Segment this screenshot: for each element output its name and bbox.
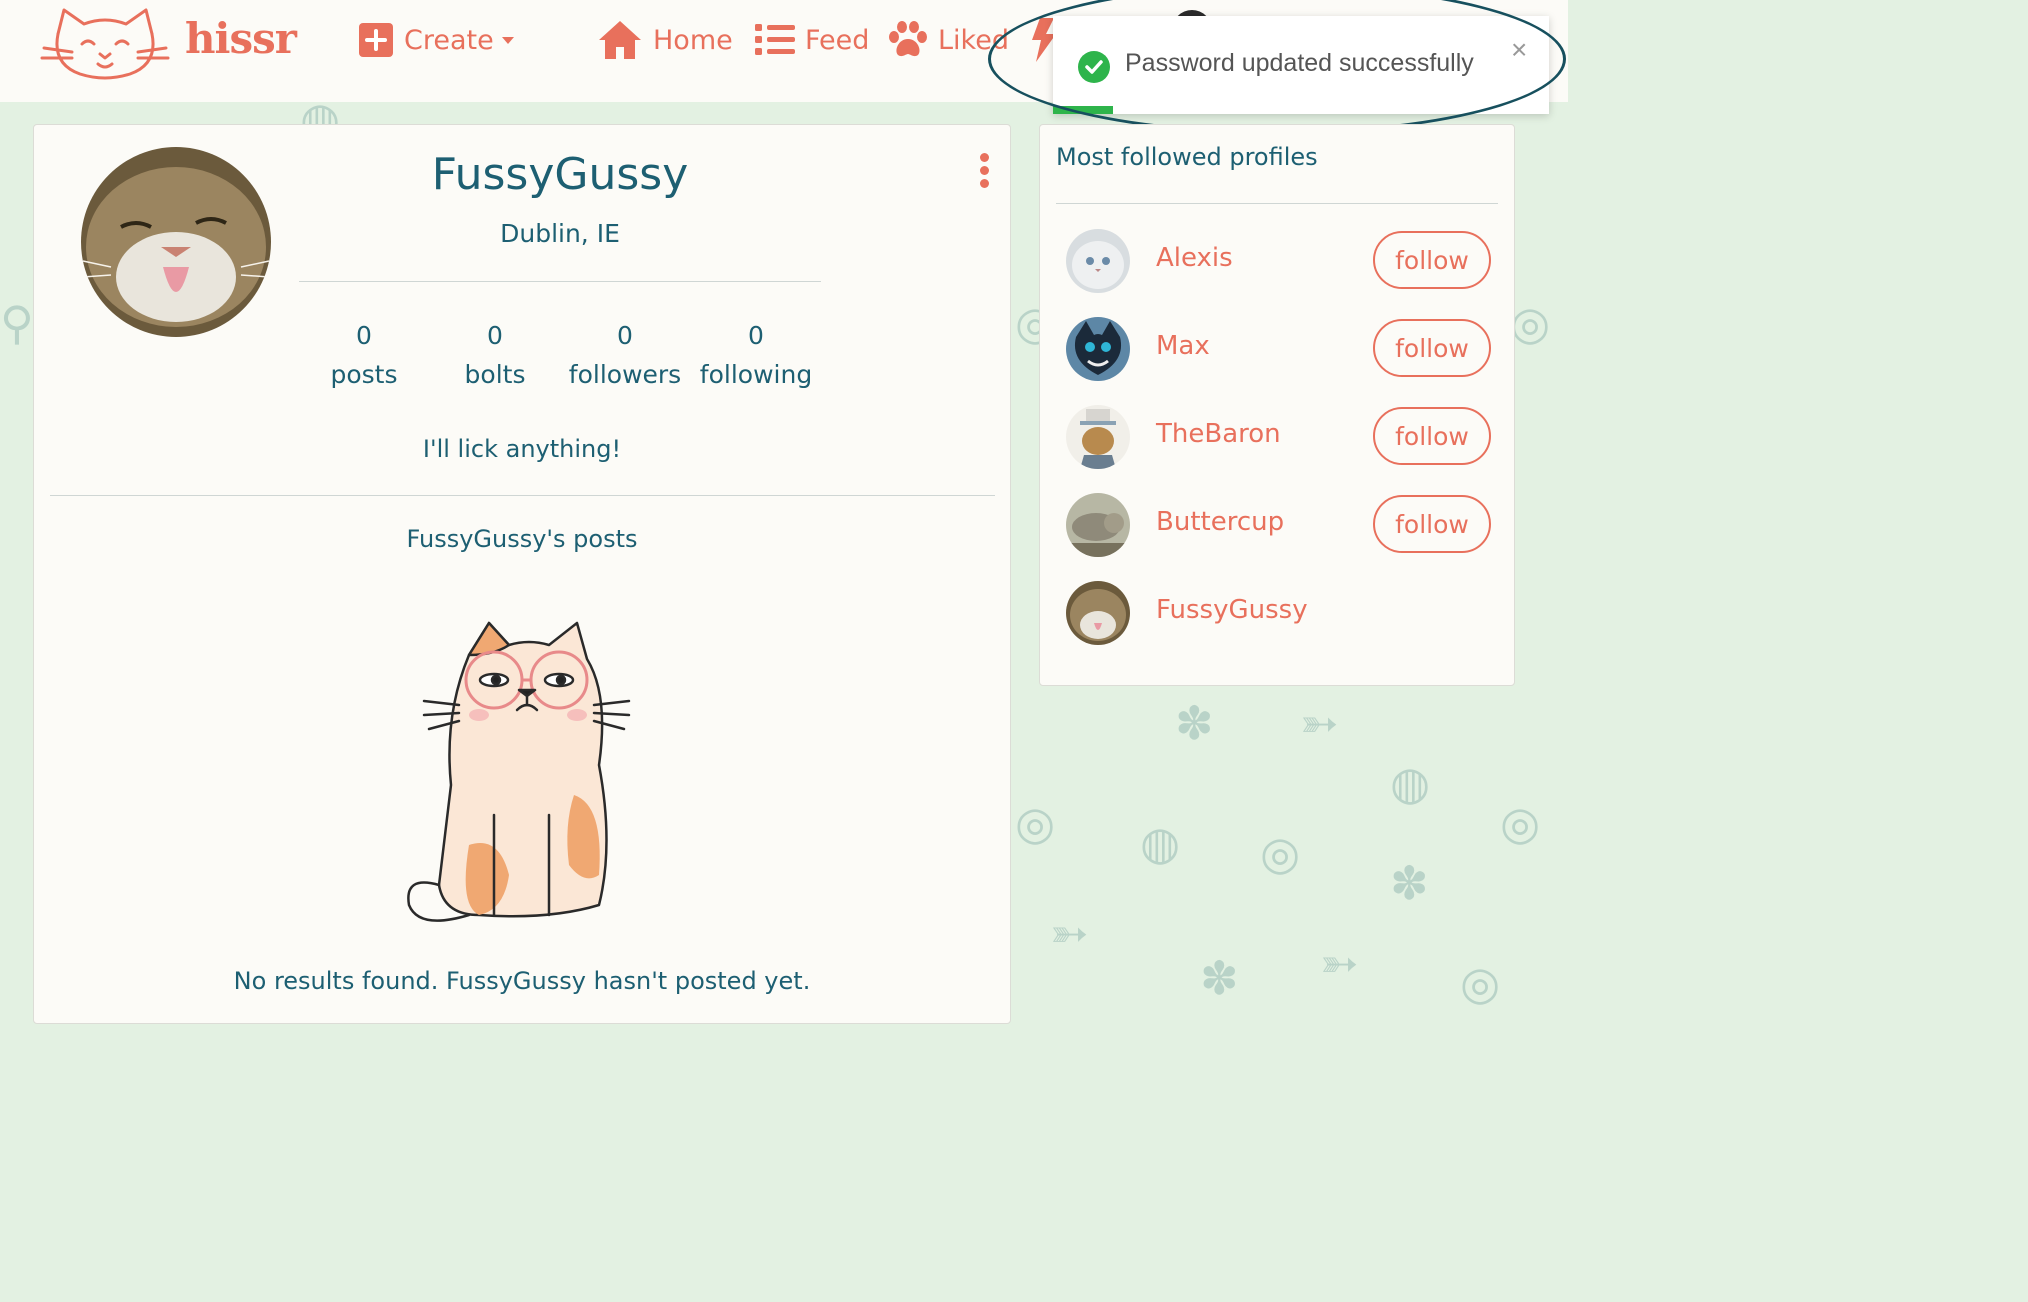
home-label: Home	[653, 24, 733, 56]
follow-button[interactable]: follow	[1373, 407, 1491, 465]
liked-label: Liked	[938, 24, 1009, 56]
follow-button[interactable]: follow	[1373, 319, 1491, 377]
more-options-icon[interactable]	[978, 153, 990, 193]
chevron-down-icon	[501, 36, 514, 44]
profile-bio: I'll lick anything!	[422, 435, 622, 463]
brand-name[interactable]: hissr	[185, 14, 297, 63]
bell-icon: ◎	[1500, 796, 1541, 850]
cat-logo-icon[interactable]	[40, 4, 170, 80]
no-results-message: No results found. FussyGussy hasn't post…	[233, 967, 811, 995]
bell-icon: ◎	[1510, 296, 1551, 350]
toast-message: Password updated successfully	[1125, 49, 1474, 77]
profile-name[interactable]: Max	[1156, 331, 1210, 361]
profile-name[interactable]: FussyGussy	[1156, 595, 1308, 625]
list-icon	[755, 24, 795, 55]
divider	[299, 281, 821, 282]
create-label: Create	[404, 24, 494, 56]
stat-label: bolts	[464, 360, 526, 389]
stat-bolts: 0 bolts	[430, 321, 560, 389]
divider	[50, 495, 995, 496]
most-followed-card: Most followed profiles Alexis follow Max…	[1039, 124, 1515, 686]
profile-row-thebaron: TheBaron follow	[1066, 403, 1496, 469]
profile-row-max: Max follow	[1066, 315, 1496, 381]
posts-section-title: FussyGussy's posts	[406, 525, 638, 553]
nav-feed-link[interactable]: Feed	[755, 20, 869, 60]
stat-label: posts	[330, 360, 398, 389]
avatar[interactable]	[1066, 493, 1130, 557]
bell-icon: ◎	[1015, 796, 1056, 850]
home-icon	[599, 21, 641, 59]
fish-icon: ➳	[1050, 906, 1089, 960]
create-menu[interactable]: Create	[358, 20, 514, 60]
sidebar-title: Most followed profiles	[1056, 143, 1318, 171]
bell-icon: ◎	[1460, 956, 1501, 1010]
profile-location: Dublin, IE	[500, 219, 620, 248]
nav-home-link[interactable]: Home	[597, 20, 733, 60]
paw-icon: ✽	[1175, 696, 1214, 750]
check-circle-icon	[1078, 51, 1110, 83]
follow-button[interactable]: follow	[1373, 495, 1491, 553]
paw-icon	[889, 21, 927, 57]
yarn-ball-icon: ◍	[1390, 756, 1431, 810]
avatar[interactable]	[1066, 229, 1130, 293]
stat-value: 0	[356, 321, 372, 350]
profile-row-alexis: Alexis follow	[1066, 227, 1496, 293]
profile-avatar	[81, 147, 271, 337]
fish-icon: ➳	[1300, 696, 1339, 750]
paw-icon: ✽	[1200, 951, 1239, 1005]
success-toast: Password updated successfully ×	[1053, 16, 1549, 114]
avatar[interactable]	[1066, 317, 1130, 381]
stat-value: 0	[487, 321, 503, 350]
follow-button[interactable]: follow	[1373, 231, 1491, 289]
toast-progress-bar	[1053, 106, 1113, 114]
plus-square-icon	[359, 23, 393, 57]
yarn-ball-icon: ◍	[1140, 816, 1181, 870]
fish-icon: ➳	[1320, 936, 1359, 990]
stat-posts: 0 posts	[299, 321, 429, 389]
profile-row-buttercup: Buttercup follow	[1066, 491, 1496, 557]
paw-icon: ✽	[1390, 856, 1429, 910]
avatar[interactable]	[1066, 405, 1130, 469]
stat-following: 0 following	[691, 321, 821, 389]
stat-value: 0	[748, 321, 764, 350]
feed-label: Feed	[805, 24, 870, 56]
profile-name[interactable]: TheBaron	[1156, 419, 1281, 449]
profile-row-fussygussy: FussyGussy	[1066, 579, 1496, 645]
profile-name[interactable]: Alexis	[1156, 243, 1233, 273]
close-icon[interactable]: ×	[1511, 34, 1527, 66]
stat-label: followers	[568, 360, 682, 389]
nav-liked-link[interactable]: Liked	[888, 20, 1009, 60]
profile-card: FussyGussy Dublin, IE 0 posts 0 bolts 0 …	[33, 124, 1011, 1024]
stat-followers: 0 followers	[560, 321, 690, 389]
profile-username: FussyGussy	[431, 149, 689, 200]
sad-cat-illustration	[407, 621, 631, 922]
fish-icon: ⚲	[0, 296, 34, 350]
bell-icon: ◎	[1260, 826, 1301, 880]
stat-value: 0	[617, 321, 633, 350]
profile-name[interactable]: Buttercup	[1156, 507, 1284, 537]
avatar[interactable]	[1066, 581, 1130, 645]
divider	[1056, 203, 1498, 204]
stat-label: following	[699, 360, 813, 389]
